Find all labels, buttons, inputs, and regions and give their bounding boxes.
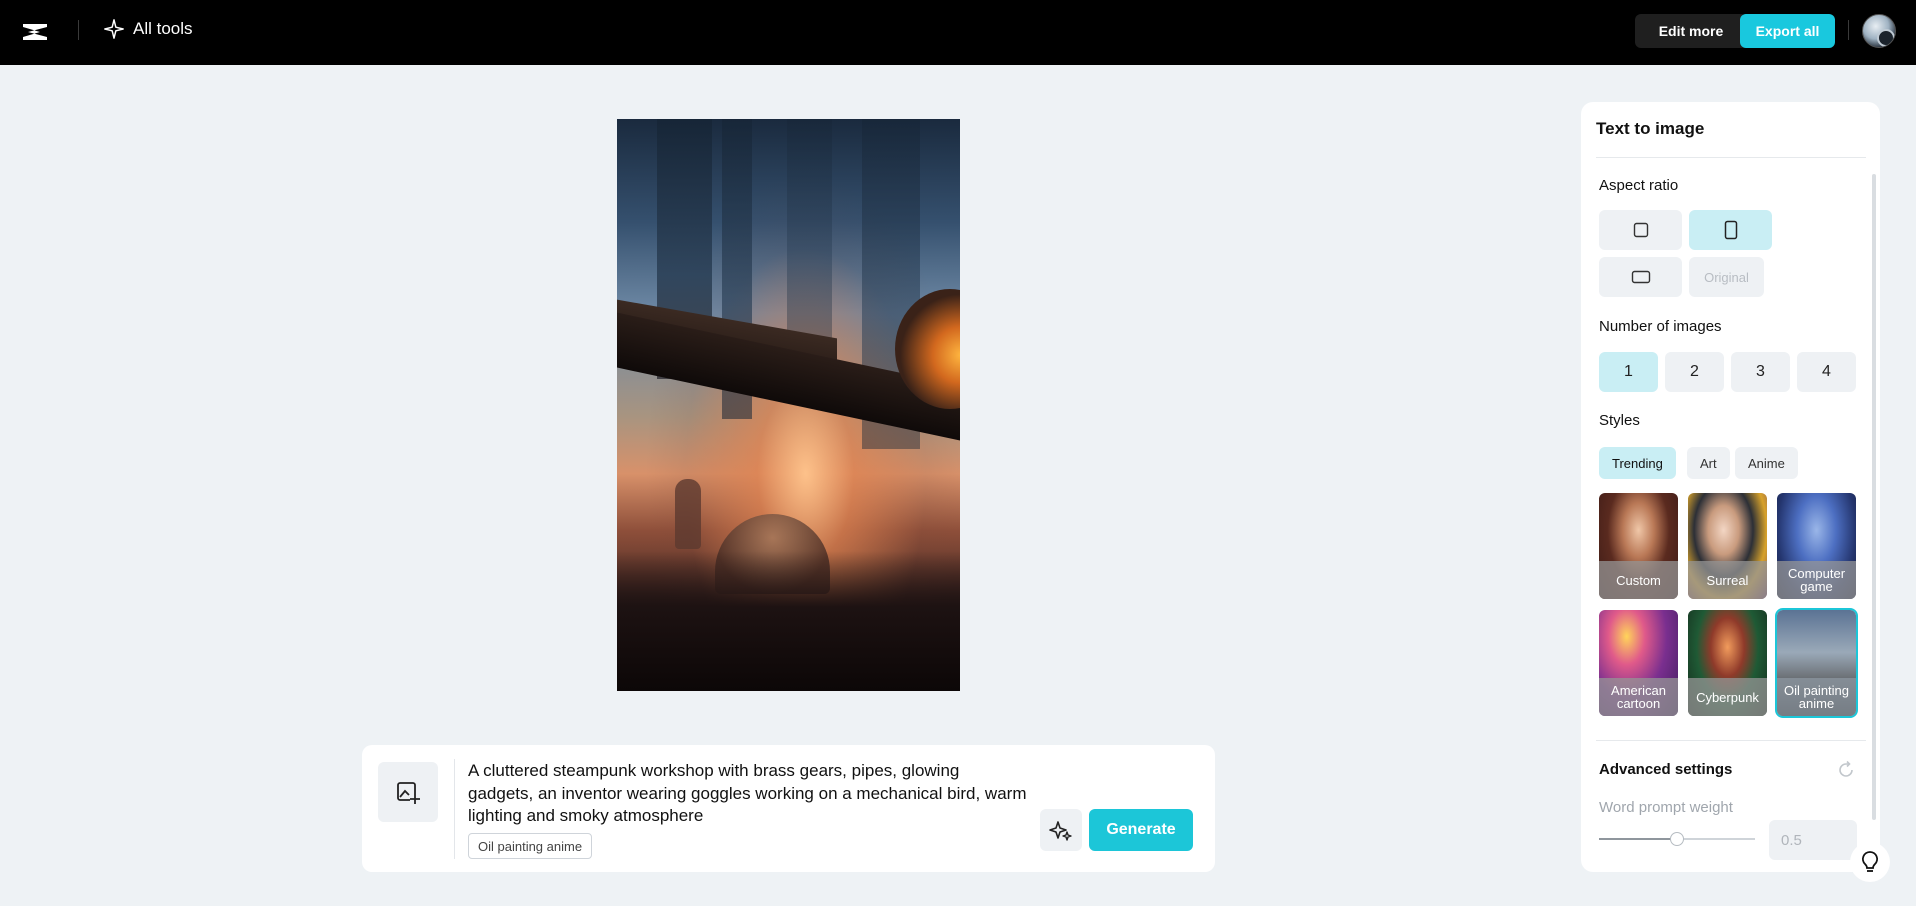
export-all-button[interactable]: Export all bbox=[1740, 14, 1835, 48]
square-ratio-icon bbox=[1633, 222, 1648, 238]
portrait-ratio-icon bbox=[1724, 220, 1737, 240]
sparkle-icon bbox=[104, 19, 124, 39]
all-tools-button[interactable]: All tools bbox=[103, 18, 193, 40]
advanced-divider bbox=[1596, 740, 1866, 741]
number-option-2[interactable]: 2 bbox=[1665, 352, 1724, 392]
word-prompt-weight-label: Word prompt weight bbox=[1599, 799, 1733, 816]
text-to-image-panel: Text to image Aspect ratio Original Numb… bbox=[1581, 102, 1880, 872]
style-card-computer-game[interactable]: Computer game bbox=[1777, 493, 1856, 599]
prompt-input[interactable]: A cluttered steampunk workshop with bras… bbox=[468, 760, 1028, 828]
style-card-label: Custom bbox=[1599, 561, 1678, 599]
style-card-cyberpunk[interactable]: Cyberpunk bbox=[1688, 610, 1767, 716]
number-option-3[interactable]: 3 bbox=[1731, 352, 1790, 392]
top-bar: All tools Edit more Export all bbox=[0, 0, 1916, 65]
add-reference-image-button[interactable] bbox=[378, 762, 438, 822]
aspect-square-button[interactable] bbox=[1599, 210, 1682, 250]
style-tab-anime[interactable]: Anime bbox=[1735, 447, 1798, 479]
number-option-1[interactable]: 1 bbox=[1599, 352, 1658, 392]
panel-title: Text to image bbox=[1596, 119, 1705, 138]
number-of-images-label: Number of images bbox=[1599, 318, 1722, 335]
styles-label: Styles bbox=[1599, 412, 1640, 429]
avatar[interactable] bbox=[1862, 14, 1896, 48]
prompt-box: A cluttered steampunk workshop with bras… bbox=[362, 745, 1215, 872]
advanced-settings-label[interactable]: Advanced settings bbox=[1599, 761, 1732, 778]
prompt-divider bbox=[454, 759, 455, 859]
all-tools-label: All tools bbox=[133, 19, 193, 38]
style-tab-art[interactable]: Art bbox=[1687, 447, 1730, 479]
magic-wand-icon bbox=[1049, 821, 1072, 841]
image-detail bbox=[617, 551, 960, 691]
slider-fill bbox=[1599, 838, 1677, 840]
image-detail bbox=[787, 119, 832, 359]
style-card-oil-painting-anime[interactable]: Oil painting anime bbox=[1775, 608, 1858, 718]
reset-icon[interactable] bbox=[1836, 760, 1856, 780]
top-bar-divider-right bbox=[1848, 20, 1849, 40]
help-button[interactable] bbox=[1850, 842, 1890, 882]
top-bar-divider bbox=[78, 20, 79, 40]
style-card-label: Computer game bbox=[1777, 561, 1856, 599]
aspect-original-button: Original bbox=[1689, 257, 1764, 297]
word-prompt-weight-input[interactable]: 0.5 bbox=[1769, 820, 1857, 860]
style-card-label: Oil painting anime bbox=[1777, 678, 1856, 716]
number-option-4[interactable]: 4 bbox=[1797, 352, 1856, 392]
panel-divider bbox=[1596, 157, 1866, 158]
style-card-surreal[interactable]: Surreal bbox=[1688, 493, 1767, 599]
edit-more-button[interactable]: Edit more bbox=[1635, 14, 1747, 48]
magic-enhance-button[interactable] bbox=[1040, 809, 1082, 851]
style-card-label: Cyberpunk bbox=[1688, 678, 1767, 716]
style-card-custom[interactable]: Custom bbox=[1599, 493, 1678, 599]
generated-image-preview[interactable] bbox=[617, 119, 960, 691]
style-tab-trending[interactable]: Trending bbox=[1599, 447, 1676, 479]
word-prompt-weight-slider[interactable] bbox=[1599, 832, 1755, 846]
panel-scrollbar[interactable] bbox=[1872, 174, 1876, 820]
style-card-label: Surreal bbox=[1688, 561, 1767, 599]
image-detail bbox=[675, 479, 701, 549]
lightbulb-icon bbox=[1862, 851, 1878, 872]
slider-handle[interactable] bbox=[1670, 832, 1684, 846]
add-image-icon bbox=[397, 782, 420, 804]
landscape-ratio-icon bbox=[1631, 270, 1650, 284]
capcut-logo-icon[interactable] bbox=[20, 18, 50, 46]
style-card-label: American cartoon bbox=[1599, 678, 1678, 716]
aspect-portrait-button[interactable] bbox=[1689, 210, 1772, 250]
style-card-american-cartoon[interactable]: American cartoon bbox=[1599, 610, 1678, 716]
generate-button[interactable]: Generate bbox=[1089, 809, 1193, 851]
aspect-ratio-label: Aspect ratio bbox=[1599, 177, 1679, 194]
selected-style-chip[interactable]: Oil painting anime bbox=[468, 833, 593, 859]
aspect-landscape-button[interactable] bbox=[1599, 257, 1682, 297]
